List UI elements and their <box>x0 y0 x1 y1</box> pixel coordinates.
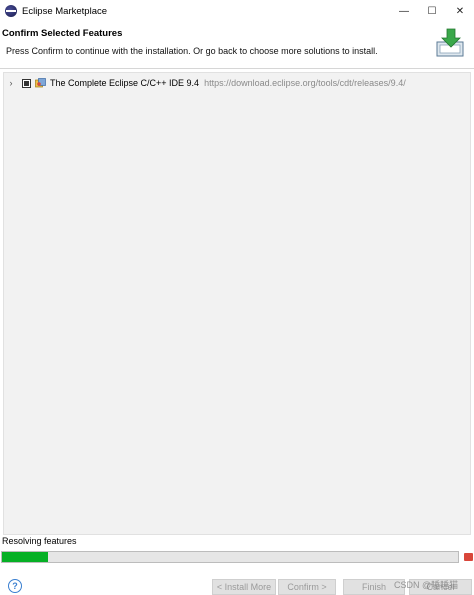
feature-url: https://download.eclipse.org/tools/cdt/r… <box>204 78 406 88</box>
maximize-button[interactable]: ☐ <box>418 0 446 22</box>
help-button[interactable]: ? <box>8 579 22 593</box>
status-text: Resolving features <box>2 536 77 546</box>
tree-row[interactable]: › The Complete Eclipse C/C++ IDE 9.4 htt… <box>4 75 470 91</box>
feature-name: The Complete Eclipse C/C++ IDE 9.4 <box>50 78 200 88</box>
confirm-button[interactable]: Confirm > <box>278 579 336 595</box>
install-more-button[interactable]: < Install More <box>212 579 276 595</box>
title-bar: Eclipse Marketplace — ☐ ✕ <box>0 0 474 22</box>
page-title: Confirm Selected Features <box>2 28 123 39</box>
page-description: Press Confirm to continue with the insta… <box>6 46 378 56</box>
minimize-button[interactable]: — <box>390 0 418 22</box>
install-download-icon <box>436 28 464 57</box>
feature-tree[interactable]: › The Complete Eclipse C/C++ IDE 9.4 htt… <box>3 72 471 535</box>
header-separator <box>0 68 474 69</box>
progress-bar <box>1 551 459 563</box>
progress-fill <box>2 552 48 562</box>
feature-checkbox[interactable] <box>22 78 31 88</box>
eclipse-logo-icon <box>5 5 17 17</box>
window-controls: — ☐ ✕ <box>390 0 474 22</box>
window-title: Eclipse Marketplace <box>22 5 108 17</box>
wizard-header: Confirm Selected Features Press Confirm … <box>0 22 474 68</box>
chevron-right-icon[interactable]: › <box>6 78 16 88</box>
close-button[interactable]: ✕ <box>446 0 474 22</box>
feature-plugin-icon <box>35 77 46 87</box>
stop-icon[interactable] <box>464 553 473 561</box>
watermark-text: CSDN @睡睡猫 <box>394 580 459 590</box>
